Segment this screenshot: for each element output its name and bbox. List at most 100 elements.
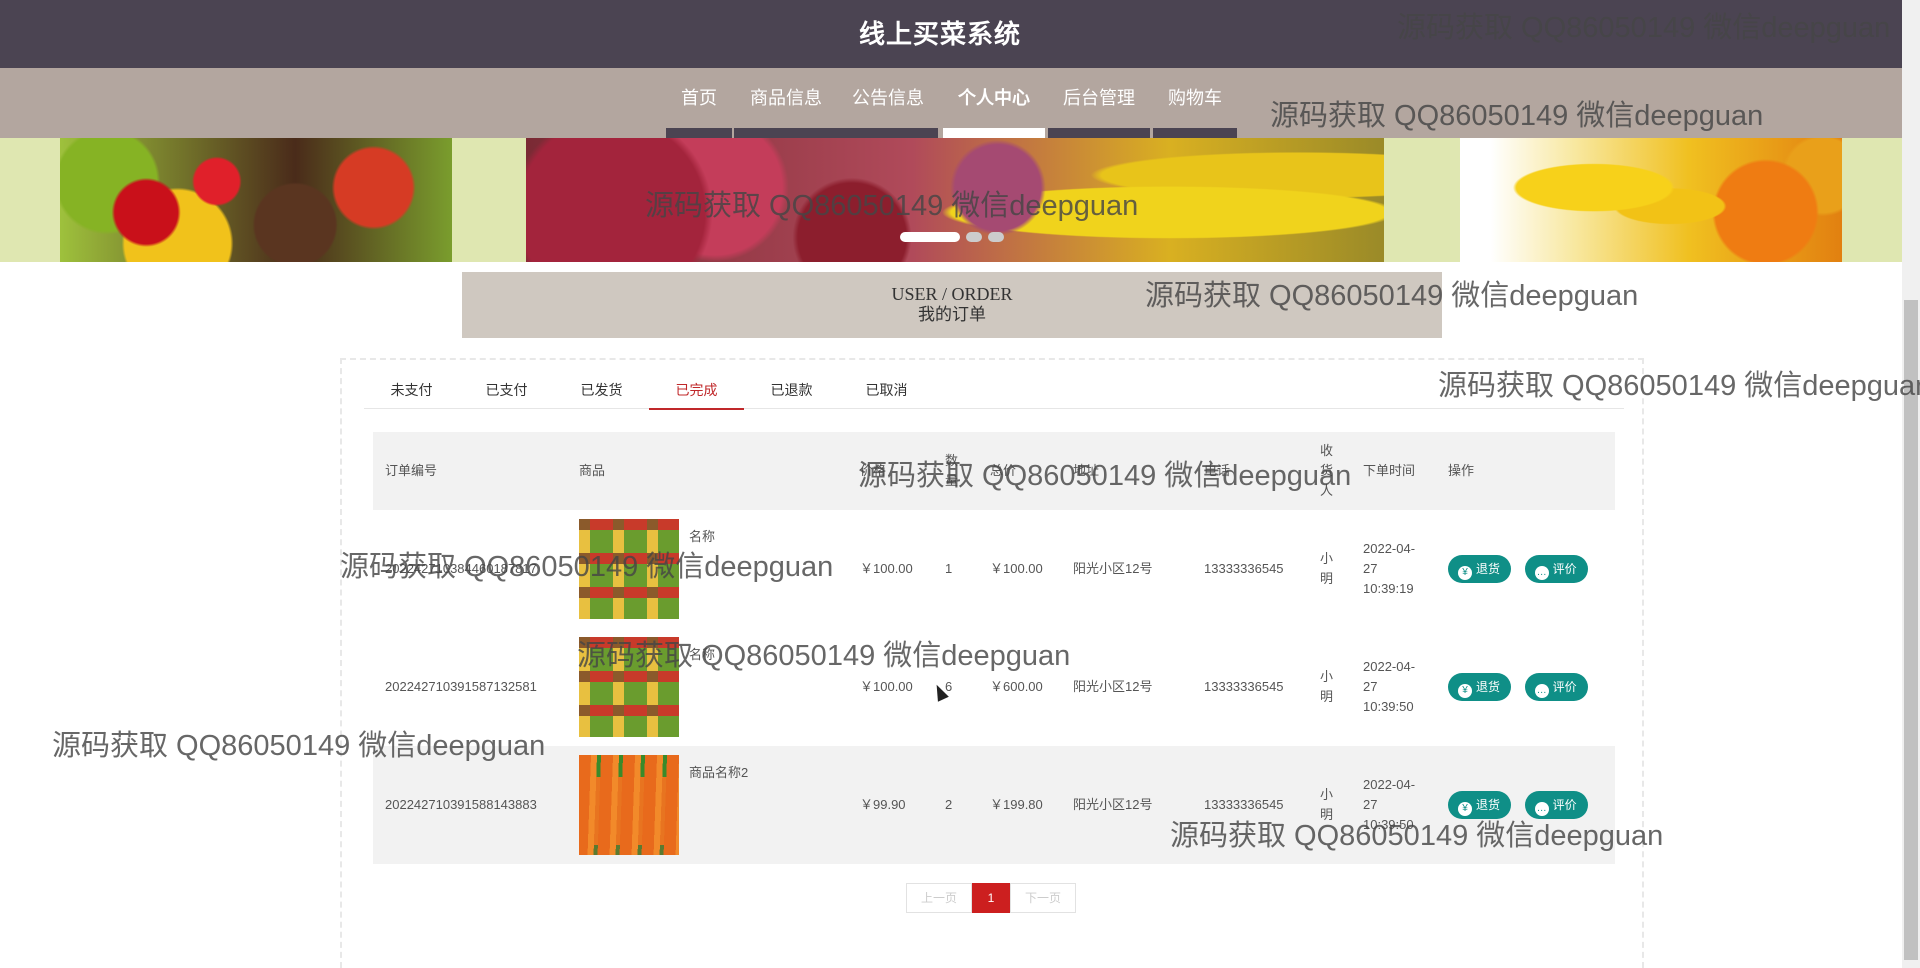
product-thumbnail[interactable] [579,637,679,737]
refund-label: 退货 [1476,562,1501,576]
address-cell: 阳光小区12号 [1073,679,1153,694]
table-row: 202242710391588143883 商品名称2 ￥99.90 2 ￥19… [373,746,1615,864]
scrollbar-thumb[interactable] [1904,300,1918,960]
tab-paid[interactable]: 已支付 [459,378,554,408]
nav-item-admin[interactable]: 后台管理 [1063,68,1135,128]
receiver-cell: 小明 [1320,669,1334,704]
receiver-cell: 小明 [1308,746,1351,864]
order-no-cell: 202242710391588143883 [373,746,567,864]
orders-table: 订单编号 商品 价格 数量 总价 地址 电话 收货人 下单时间 操作 20224… [373,432,1615,864]
nav-item-personal-center[interactable]: 个人中心 [958,68,1030,128]
product-name: 商品名称2 [689,765,749,780]
review-button[interactable]: … 评价 [1524,791,1588,819]
carousel-dot-1[interactable] [900,232,960,242]
chat-icon: … [1534,684,1549,698]
review-label: 评价 [1552,798,1577,812]
site-title: 线上买菜系统 [858,19,1021,49]
carousel-dot-3[interactable] [988,232,1004,242]
nav-underline [734,128,938,138]
review-button[interactable]: … 评价 [1524,555,1588,583]
price-cell: ￥100.00 [860,561,913,576]
yen-icon: ¥ [1458,802,1472,816]
prev-page-button[interactable]: 上一页 [906,883,972,913]
nav-item-notices[interactable]: 公告信息 [852,68,924,128]
actions-cell: ¥ 退货 … 评价 [1436,746,1615,864]
address-cell: 阳光小区12号 [1061,746,1192,864]
banner-image-bananas-oranges [1460,138,1842,262]
tab-cancelled[interactable]: 已取消 [839,378,934,408]
review-label: 评价 [1552,562,1577,576]
product-name: 名称 [689,529,716,544]
total-cell: ￥199.80 [978,746,1061,864]
tab-refunded[interactable]: 已退款 [744,378,839,408]
phone-cell: 13333336545 [1204,679,1284,694]
col-header-order-no: 订单编号 [373,432,567,510]
orders-panel: 未支付 已支付 已发货 已完成 已退款 已取消 订单编号 商品 价格 数量 总价… [340,358,1644,968]
phone-cell: 13333336545 [1192,746,1308,864]
tab-completed[interactable]: 已完成 [649,378,744,410]
col-header-time: 下单时间 [1351,432,1436,510]
banner-carousel [0,138,1902,262]
section-title-en: USER / ORDER [891,284,1013,304]
table-row: 202242710384460187817 名称 ￥100.00 1 ￥100.… [373,510,1615,628]
nav-item-products[interactable]: 商品信息 [750,68,822,128]
order-status-tabs: 未支付 已支付 已发货 已完成 已退款 已取消 [364,378,1624,410]
actions-cell: ¥ 退货 … 评价 [1436,628,1615,746]
section-title-box: USER / ORDER 我的订单 [462,272,1442,338]
time-cell: 2022-04-27 10:39:50 [1351,746,1436,864]
product-thumbnail[interactable] [579,519,679,619]
tab-shipped[interactable]: 已发货 [554,378,649,408]
page-button-current[interactable]: 1 [972,883,1010,913]
review-button[interactable]: … 评价 [1524,673,1588,701]
refund-button[interactable]: ¥ 退货 [1448,673,1512,701]
nav-item-home[interactable]: 首页 [681,68,717,128]
order-no-cell: 202242710391587132581 [385,679,537,694]
time-cell: 2022-04-27 10:39:50 [1363,659,1416,714]
total-cell: ￥600.00 [990,679,1043,694]
banner-image-fruit-mix [526,138,1384,262]
yen-icon: ¥ [1458,566,1472,580]
nav-underline [1048,128,1150,138]
col-header-phone: 电话 [1192,432,1308,510]
yen-icon: ¥ [1458,684,1472,698]
receiver-cell: 小明 [1320,551,1334,586]
price-cell: ￥99.90 [848,746,933,864]
price-cell: ￥100.00 [860,679,913,694]
section-title-cn: 我的订单 [918,305,986,324]
table-row: 202242710391587132581 名称 ￥100.00 6 ￥600.… [373,628,1615,746]
review-label: 评价 [1552,680,1577,694]
refund-label: 退货 [1476,798,1501,812]
col-header-total: 总价 [978,432,1061,510]
product-cell: 名称 [567,628,848,746]
qty-cell: 1 [945,561,953,576]
next-page-button[interactable]: 下一页 [1010,883,1076,913]
time-cell: 2022-04-27 10:39:19 [1363,541,1416,596]
product-name: 名称 [689,647,716,662]
address-cell: 阳光小区12号 [1073,561,1153,576]
actions-cell: ¥ 退货 … 评价 [1436,510,1615,628]
col-header-product: 商品 [567,432,848,510]
col-header-qty: 数量 [933,432,978,510]
col-header-price: 价格 [848,432,933,510]
chat-icon: … [1534,566,1549,580]
qty-cell: 2 [933,746,978,864]
product-cell: 名称 [567,510,848,628]
top-header-bar: 线上买菜系统 [0,0,1902,68]
page-scrollbar[interactable] [1902,0,1920,968]
tab-unpaid[interactable]: 未支付 [364,378,459,408]
refund-button[interactable]: ¥ 退货 [1448,791,1512,819]
nav-underline [666,128,732,138]
table-header-row: 订单编号 商品 价格 数量 总价 地址 电话 收货人 下单时间 操作 [373,432,1615,510]
refund-label: 退货 [1476,680,1501,694]
nav-item-cart[interactable]: 购物车 [1168,68,1222,128]
nav-underline-active [943,128,1045,138]
refund-button[interactable]: ¥ 退货 [1448,555,1512,583]
total-cell: ￥100.00 [990,561,1043,576]
main-nav: 首页 商品信息 公告信息 个人中心 后台管理 购物车 [0,68,1902,138]
product-cell: 商品名称2 [567,746,848,864]
nav-underline [1153,128,1237,138]
order-no-cell: 202242710384460187817 [385,561,537,576]
product-thumbnail[interactable] [579,755,679,855]
col-header-address: 地址 [1061,432,1192,510]
carousel-dot-2[interactable] [966,232,982,242]
